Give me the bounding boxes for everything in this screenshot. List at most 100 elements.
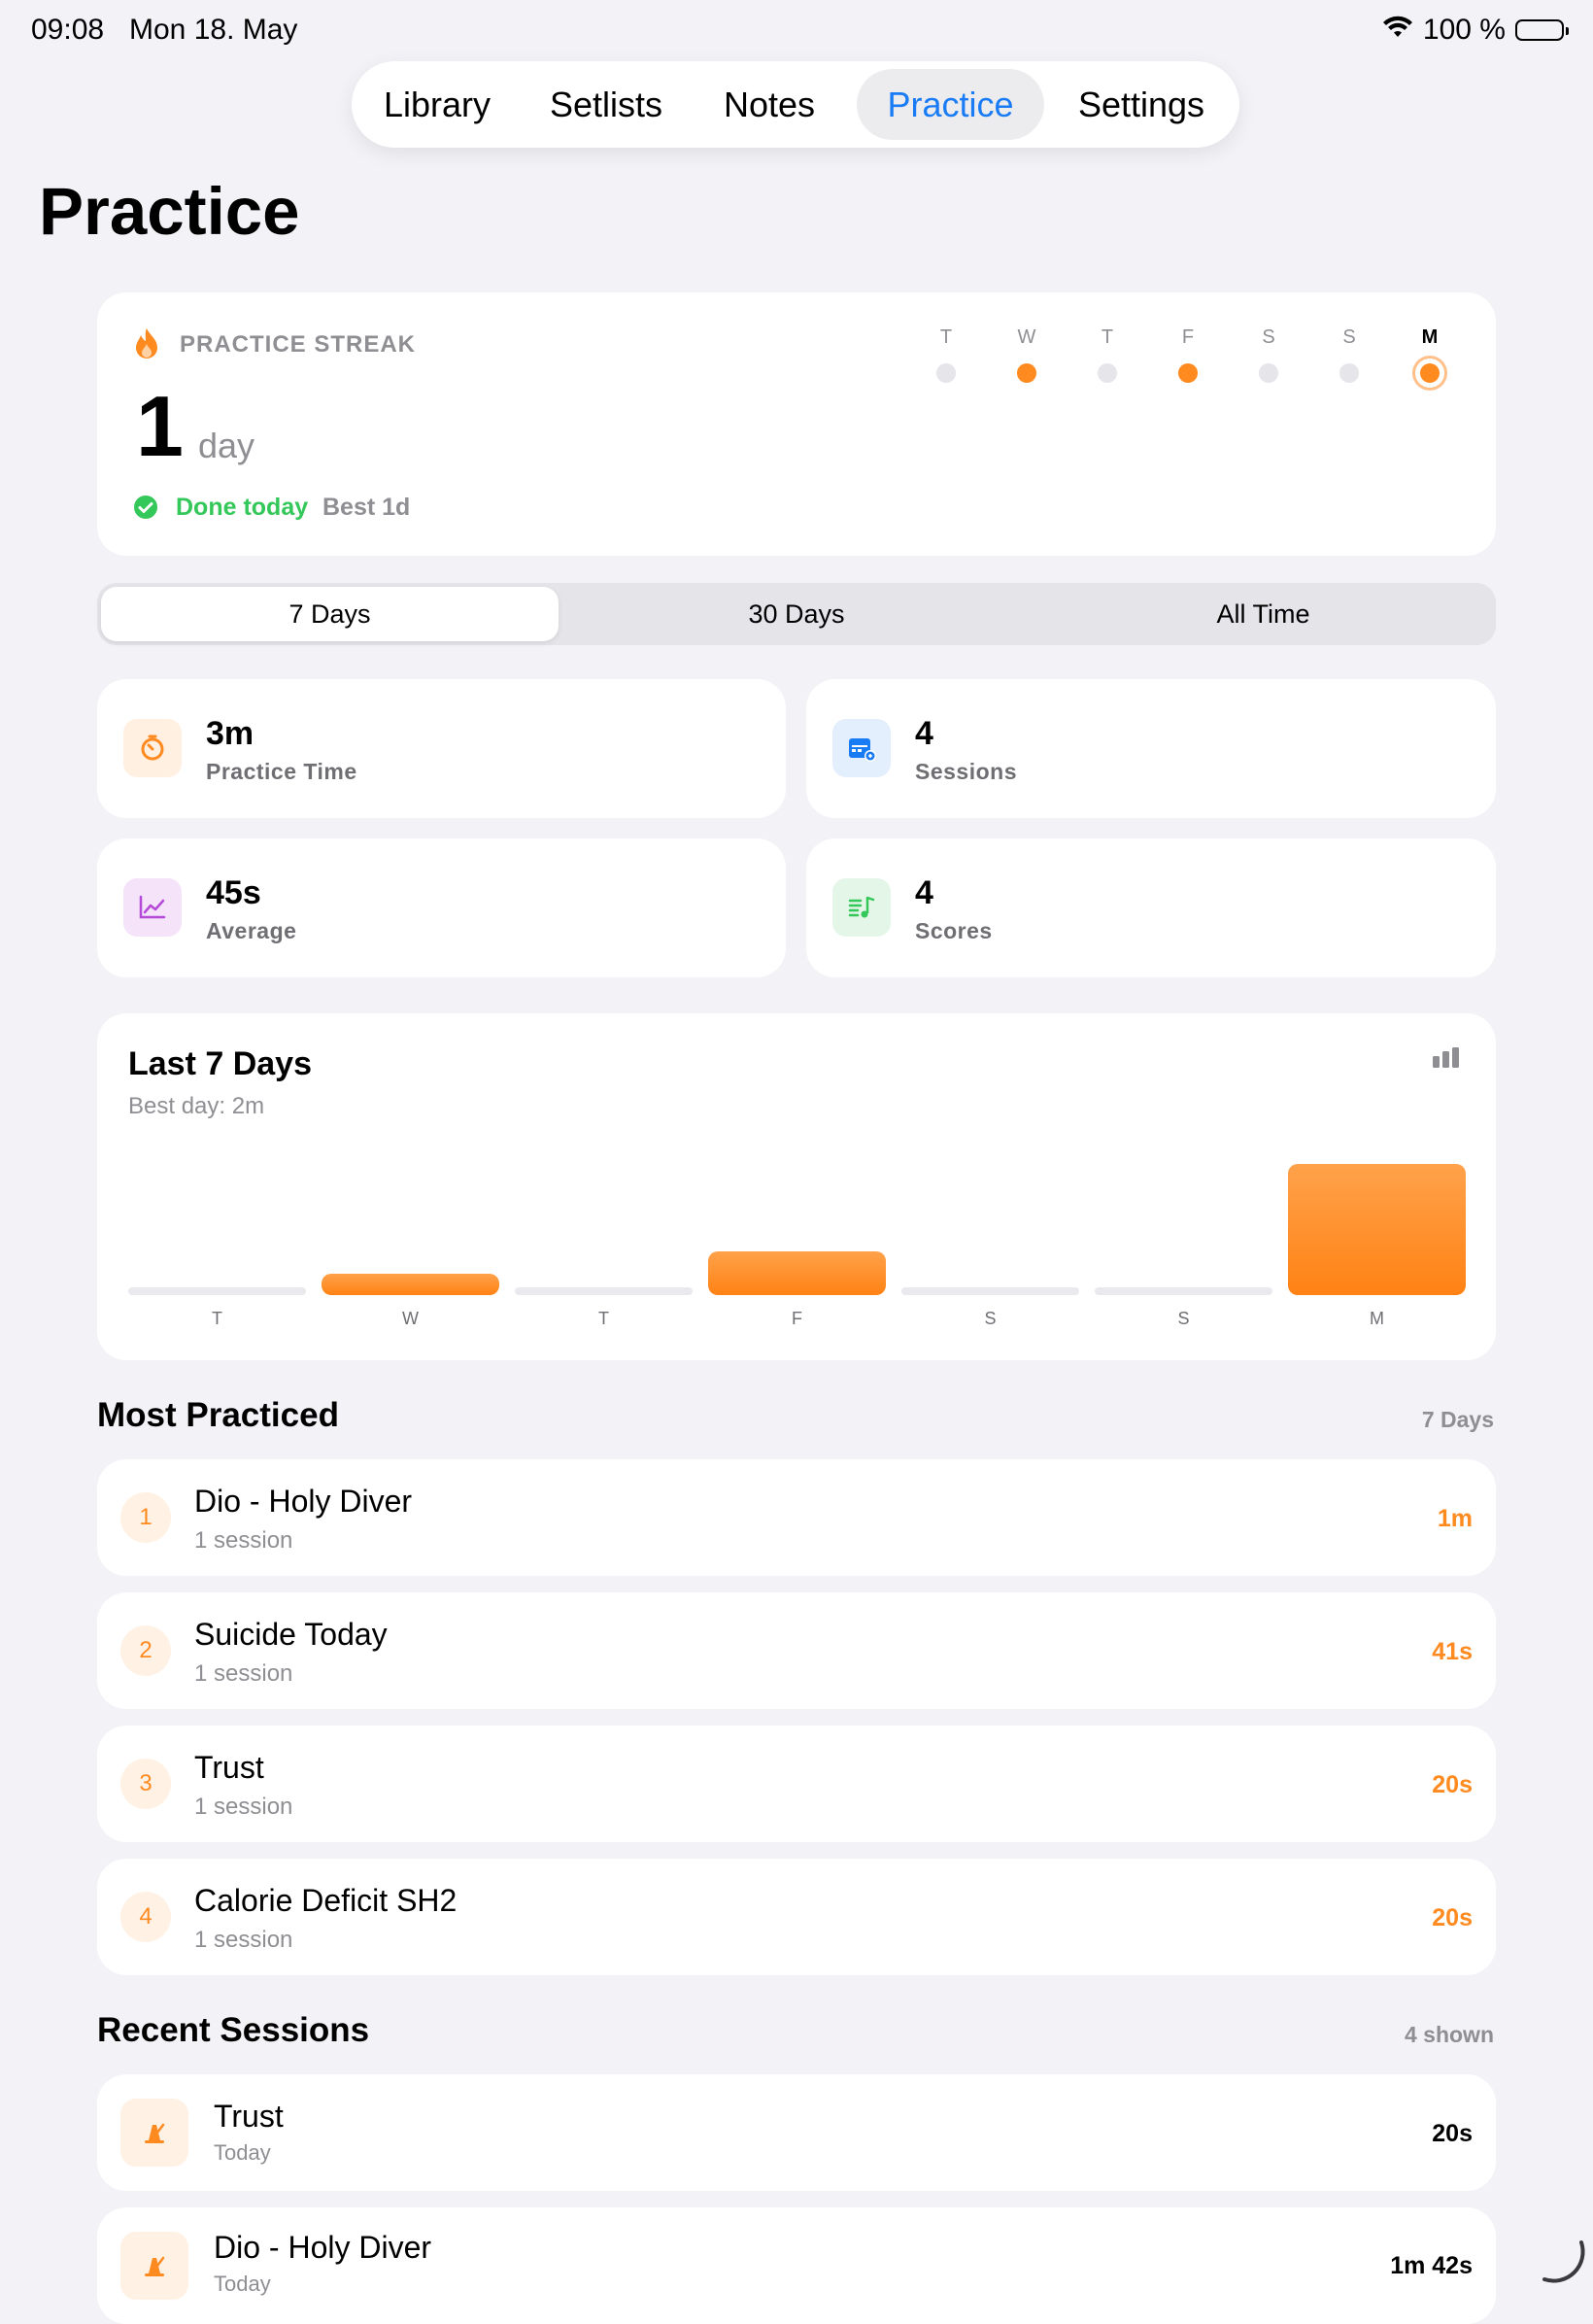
score-title: Dio - Holy Diver — [194, 1484, 413, 1519]
rank-badge: 4 — [120, 1892, 171, 1942]
chart-title: Last 7 Days — [128, 1045, 312, 1082]
tab-library[interactable]: Library — [373, 69, 501, 140]
flame-icon — [132, 326, 161, 366]
range-segmented-control: 7 Days 30 Days All Time — [97, 583, 1496, 645]
calendar-icon — [832, 719, 891, 777]
stat-value: 3m — [206, 715, 254, 752]
session-count: 1 session — [194, 1927, 293, 1953]
weekday-label: S — [1262, 326, 1275, 348]
bar — [322, 1274, 499, 1295]
stat-label: Average — [206, 918, 297, 943]
score-title: Trust — [194, 1750, 264, 1785]
bar-chart-icon[interactable] — [1432, 1046, 1461, 1073]
session-duration: 20s — [1432, 2120, 1473, 2147]
session-count: 1 session — [194, 1794, 293, 1820]
stat-card-scores — [806, 838, 1496, 977]
x-tick-label: S — [984, 1309, 997, 1328]
page-title: Practice — [39, 174, 300, 249]
x-tick-label: M — [1370, 1309, 1384, 1328]
bar — [1288, 1164, 1466, 1295]
battery-percent: 100 % — [1422, 14, 1506, 46]
chart-subtitle: Best day: 2m — [128, 1093, 265, 1119]
stat-value: 4 — [915, 874, 933, 911]
range-option-30-days[interactable]: 30 Days — [567, 587, 1026, 641]
streak-count: 1 — [136, 378, 184, 474]
list-item[interactable] — [97, 2207, 1496, 2324]
rank-badge: 2 — [120, 1625, 171, 1676]
practice-time: 41s — [1432, 1638, 1473, 1665]
stat-card-sessions — [806, 679, 1496, 818]
x-tick-label: F — [792, 1309, 802, 1328]
tab-setlists[interactable]: Setlists — [528, 69, 684, 140]
stat-label: Scores — [915, 918, 993, 943]
streak-label: PRACTICE STREAK — [180, 331, 417, 358]
session-count: 1 session — [194, 1527, 293, 1554]
metronome-icon — [120, 2232, 188, 2300]
bar-empty — [1095, 1287, 1272, 1295]
loading-spinner-icon — [1539, 2237, 1587, 2290]
x-tick-label: W — [402, 1309, 419, 1328]
weekday-label: W — [1017, 326, 1036, 348]
stat-value: 4 — [915, 715, 933, 752]
stat-value: 45s — [206, 874, 261, 911]
tab-notes[interactable]: Notes — [711, 69, 828, 140]
done-today-label: Done today — [176, 494, 309, 521]
rank-badge: 1 — [120, 1492, 171, 1543]
range-option-7-days[interactable]: 7 Days — [101, 587, 559, 641]
music-list-icon — [832, 878, 891, 937]
streak-day-dot — [1178, 363, 1198, 383]
checkmark-circle-icon — [133, 495, 158, 525]
session-title: Dio - Holy Diver — [214, 2230, 432, 2265]
streak-day-dot — [1420, 363, 1440, 383]
weekday-label: F — [1181, 326, 1195, 348]
streak-day-dot — [936, 363, 956, 383]
score-title: Suicide Today — [194, 1617, 388, 1652]
bar-empty — [128, 1287, 306, 1295]
status-indicators: 100 % — [1382, 14, 1569, 47]
streak-unit: day — [198, 426, 255, 465]
most-practiced-range: 7 Days — [1421, 1407, 1494, 1432]
rank-badge: 3 — [120, 1759, 171, 1809]
bar — [708, 1251, 886, 1295]
stat-label: Practice Time — [206, 759, 357, 784]
session-date: Today — [214, 2140, 271, 2165]
list-item[interactable] — [97, 1726, 1496, 1842]
metronome-icon — [120, 2099, 188, 2167]
session-count: 1 session — [194, 1660, 293, 1687]
bar-empty — [515, 1287, 693, 1295]
timer-icon — [123, 719, 182, 777]
stat-card-average — [97, 838, 786, 977]
session-duration: 1m 42s — [1390, 2252, 1473, 2279]
wifi-icon — [1382, 14, 1413, 47]
practice-time: 1m — [1437, 1505, 1473, 1532]
weekday-label: T — [939, 326, 953, 348]
weekday-label: S — [1342, 326, 1356, 348]
session-title: Trust — [214, 2099, 284, 2134]
stat-card-practice-time — [97, 679, 786, 818]
x-tick-label: S — [1177, 1309, 1190, 1328]
stat-label: Sessions — [915, 759, 1017, 784]
weekday-label: T — [1101, 326, 1114, 348]
practice-time: 20s — [1432, 1771, 1473, 1798]
best-streak-label: Best 1d — [322, 494, 411, 521]
status-time: 09:08 — [31, 14, 105, 46]
score-title: Calorie Deficit SH2 — [194, 1883, 458, 1918]
trend-chart-icon — [123, 878, 182, 937]
battery-icon — [1515, 19, 1569, 41]
recent-sessions-count: 4 shown — [1404, 2022, 1494, 2047]
x-tick-label: T — [212, 1309, 222, 1328]
range-option-all-time[interactable]: All Time — [1034, 587, 1492, 641]
session-date: Today — [214, 2272, 271, 2296]
streak-day-dot — [1017, 363, 1036, 383]
status-date: Mon 18. May — [129, 14, 298, 46]
most-practiced-title: Most Practiced — [97, 1396, 339, 1434]
practice-time: 20s — [1432, 1904, 1473, 1931]
tab-settings[interactable]: Settings — [1064, 69, 1219, 140]
streak-day-dot — [1339, 363, 1359, 383]
recent-sessions-title: Recent Sessions — [97, 2011, 370, 2049]
bar-empty — [901, 1287, 1079, 1295]
weekday-label: M — [1421, 326, 1439, 348]
list-item[interactable] — [97, 2074, 1496, 2191]
tab-practice[interactable]: Practice — [857, 69, 1044, 140]
top-tab-bar: Library Setlists Notes Practice Settings — [352, 61, 1239, 148]
